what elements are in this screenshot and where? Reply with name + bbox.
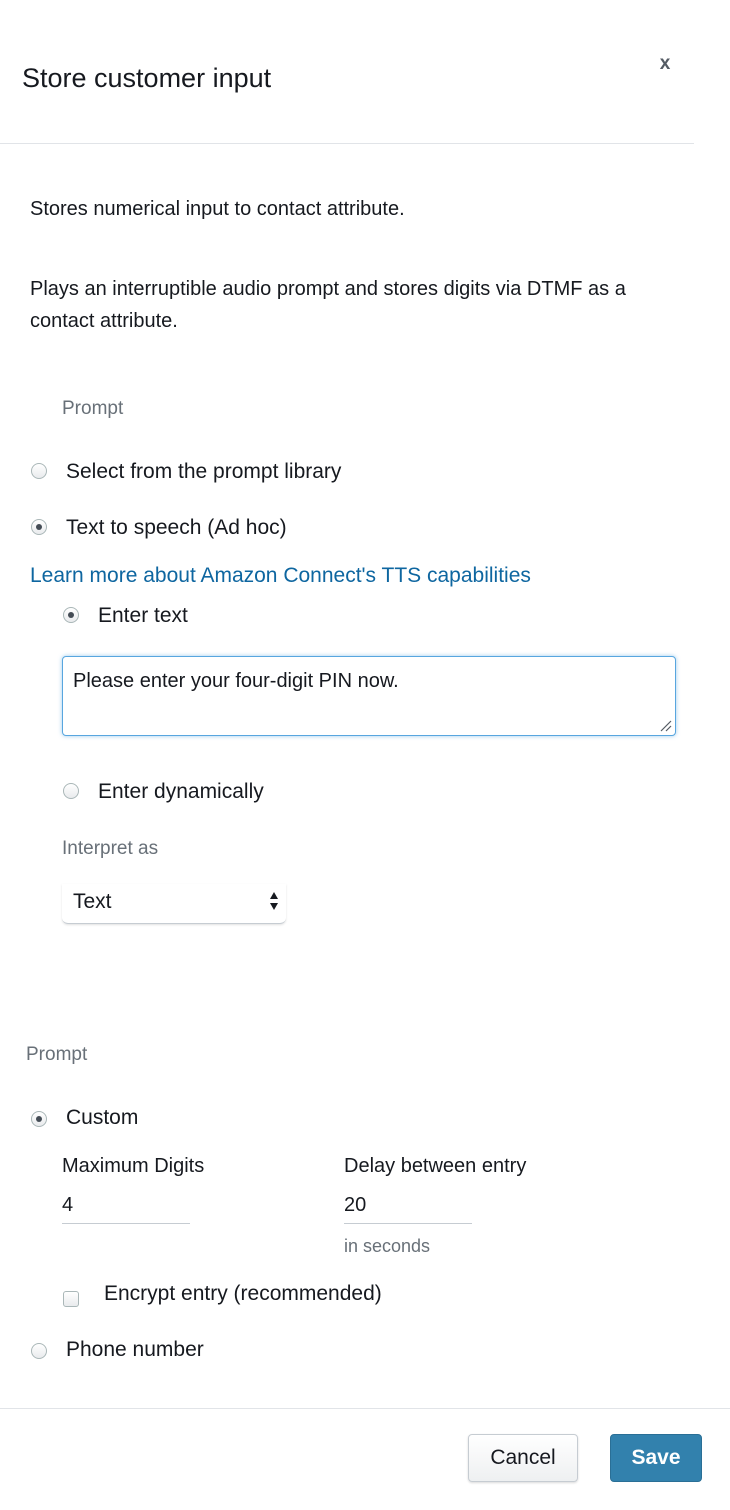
enter-text-radio[interactable] — [63, 607, 79, 623]
custom-radio[interactable] — [31, 1111, 47, 1127]
max-digits-input[interactable] — [62, 1192, 190, 1224]
enter-dynamically-radio[interactable] — [63, 783, 79, 799]
delay-between-entry-label: Delay between entry — [344, 1155, 527, 1177]
enter-dynamically-label[interactable]: Enter dynamically — [98, 778, 264, 806]
enter-text-label[interactable]: Enter text — [98, 602, 188, 630]
panel-title: Store customer input — [22, 63, 272, 93]
text-to-speech-label[interactable]: Text to speech (Ad hoc) — [66, 514, 287, 542]
description-detail: Plays an interruptible audio prompt and … — [30, 278, 626, 332]
select-arrows-icon — [270, 892, 278, 910]
tts-text-field-container: Please enter your four-digit PIN now. — [62, 656, 676, 736]
store-customer-input-panel: Store customer input x Stores numerical … — [0, 0, 730, 1510]
cancel-button[interactable]: Cancel — [468, 1434, 578, 1482]
prompt-library-radio[interactable] — [31, 463, 47, 479]
delay-between-entry-input[interactable] — [344, 1192, 472, 1224]
resize-handle-icon[interactable] — [660, 720, 672, 732]
tts-text-input[interactable]: Please enter your four-digit PIN now. — [63, 657, 675, 735]
custom-label[interactable]: Custom — [66, 1104, 138, 1132]
save-button[interactable]: Save — [610, 1434, 702, 1482]
interpret-as-value: Text — [73, 890, 112, 913]
footer-divider — [0, 1408, 730, 1409]
tts-learn-more-link[interactable]: Learn more about Amazon Connect's TTS ca… — [30, 562, 531, 590]
delay-unit-hint: in seconds — [344, 1236, 431, 1256]
input-section-label: Prompt — [26, 1044, 88, 1065]
interpret-as-label: Interpret as — [62, 838, 159, 859]
max-digits-label: Maximum Digits — [62, 1155, 205, 1177]
prompt-library-label[interactable]: Select from the prompt library — [66, 458, 341, 486]
header-divider — [0, 143, 694, 144]
description-summary: Stores numerical input to contact attrib… — [30, 198, 405, 220]
text-to-speech-radio[interactable] — [31, 519, 47, 535]
phone-number-label[interactable]: Phone number — [66, 1336, 204, 1364]
interpret-as-select[interactable]: Text — [62, 884, 286, 924]
close-button[interactable]: x — [653, 50, 677, 78]
encrypt-entry-label[interactable]: Encrypt entry (recommended) — [104, 1280, 382, 1308]
prompt-section-label: Prompt — [62, 398, 124, 419]
phone-number-radio[interactable] — [31, 1343, 47, 1359]
encrypt-entry-checkbox[interactable] — [63, 1291, 79, 1307]
